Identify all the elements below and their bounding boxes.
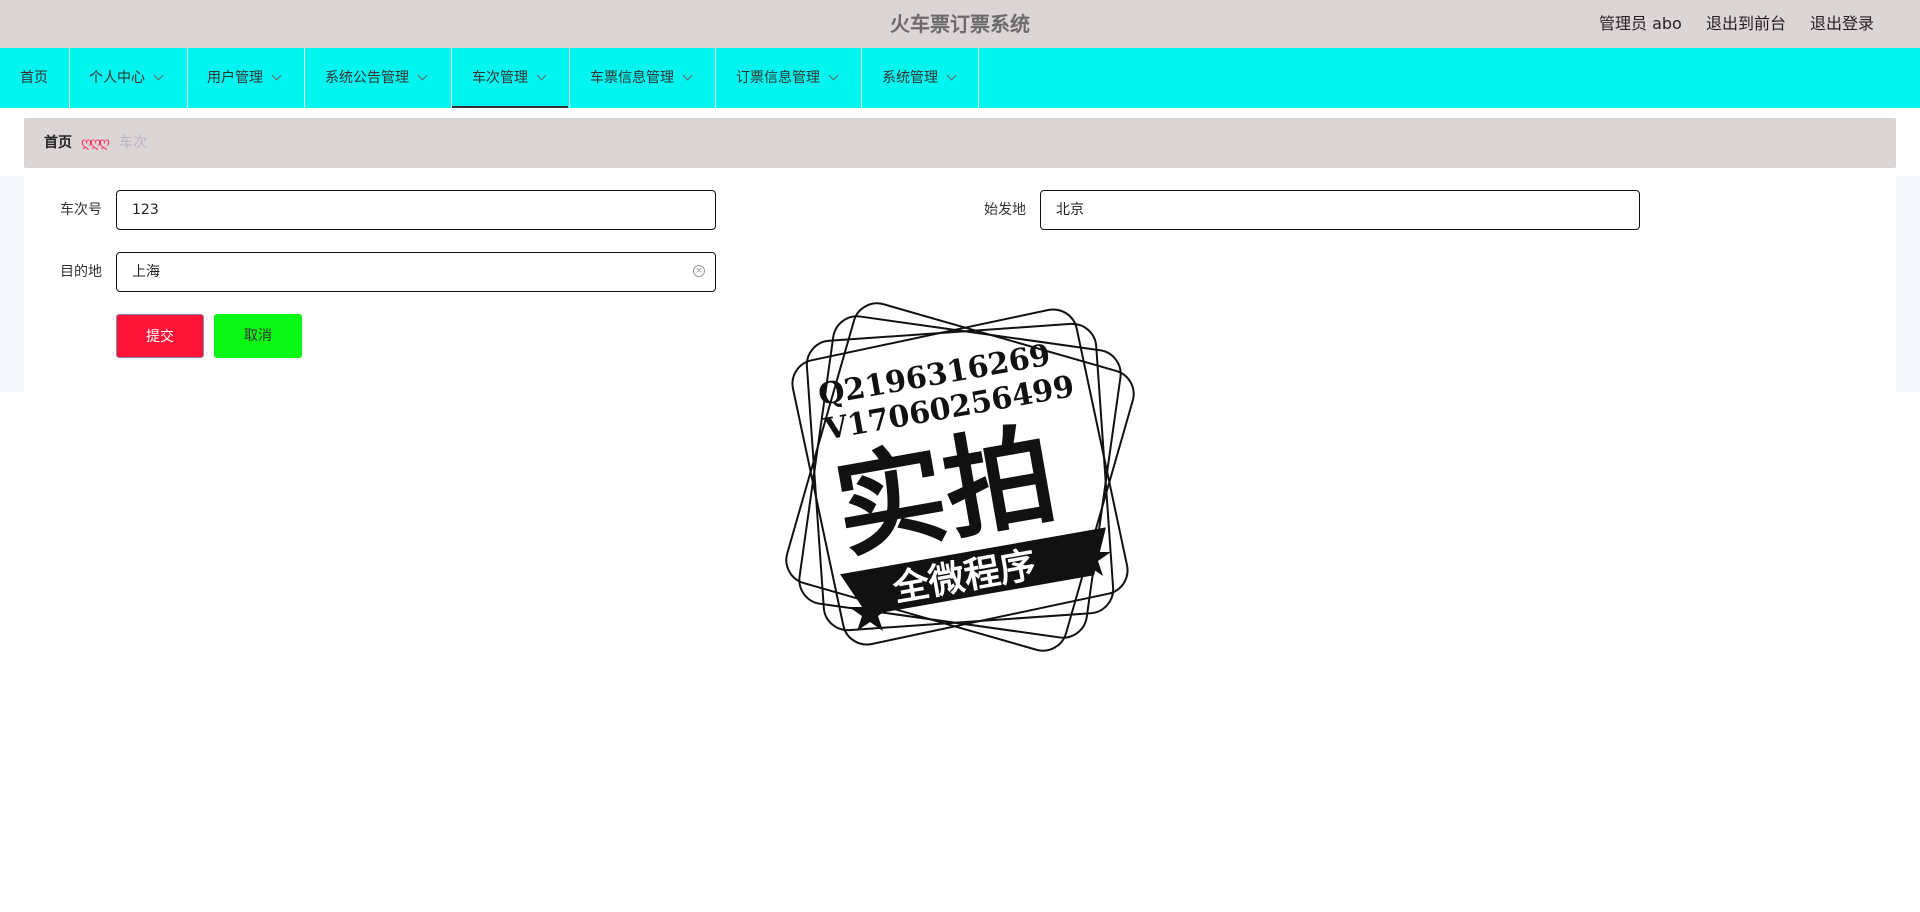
logout-link[interactable]: 退出登录 (1810, 0, 1874, 48)
nav-item-home[interactable]: 首页 (20, 48, 48, 108)
chevron-down-icon (153, 70, 164, 81)
nav-divider (861, 48, 862, 108)
nav-item-label: 车票信息管理 (590, 70, 674, 86)
train-no-input[interactable]: 123 (116, 190, 716, 230)
nav-item-personal-center[interactable]: 个人中心 (89, 48, 164, 108)
top-header: 火车票订票系统 管理员 abo 退出到前台 退出登录 (0, 0, 1920, 48)
clear-icon[interactable]: × (693, 265, 705, 277)
origin-label: 始发地 (984, 202, 1026, 218)
breadcrumb-current: 车次 (119, 135, 147, 151)
breadcrumb-separator: ღღღ (81, 135, 110, 151)
back-to-front-link[interactable]: 退出到前台 (1706, 0, 1786, 48)
nav-item-ticket-info-management[interactable]: 车票信息管理 (590, 48, 693, 108)
nav-item-system-management[interactable]: 系统管理 (882, 48, 957, 108)
destination-value: 上海 (132, 264, 160, 280)
destination-label: 目的地 (60, 264, 102, 280)
main-nav: 首页 个人中心 用户管理 系统公告管理 车次管理 车票信息管理 订票信息管理 系… (0, 48, 1920, 108)
nav-item-label: 车次管理 (472, 70, 528, 86)
nav-item-label: 用户管理 (207, 70, 263, 86)
nav-item-label: 首页 (20, 70, 48, 86)
nav-divider (187, 48, 188, 108)
chevron-down-icon (828, 70, 839, 81)
chevron-down-icon (682, 70, 693, 81)
submit-button[interactable]: 提交 (116, 314, 204, 358)
chevron-down-icon (271, 70, 282, 81)
nav-item-order-info-management[interactable]: 订票信息管理 (736, 48, 839, 108)
nav-item-label: 系统公告管理 (325, 70, 409, 86)
breadcrumb-home[interactable]: 首页 (44, 118, 72, 168)
nav-divider (715, 48, 716, 108)
nav-item-announcement-management[interactable]: 系统公告管理 (325, 48, 428, 108)
breadcrumb: 首页 ღღღ 车次 (24, 118, 1896, 168)
nav-item-label: 个人中心 (89, 70, 145, 86)
destination-input[interactable]: 上海 × (116, 252, 716, 292)
nav-item-label: 系统管理 (882, 70, 938, 86)
nav-item-label: 订票信息管理 (736, 70, 820, 86)
chevron-down-icon (536, 70, 547, 81)
nav-item-user-management[interactable]: 用户管理 (207, 48, 282, 108)
train-no-label: 车次号 (60, 202, 102, 218)
nav-divider (569, 48, 570, 108)
cancel-button[interactable]: 取消 (214, 314, 302, 358)
origin-input[interactable]: 北京 (1040, 190, 1640, 230)
nav-divider (69, 48, 70, 108)
nav-divider (978, 48, 979, 108)
nav-item-train-management[interactable]: 车次管理 (452, 48, 568, 108)
admin-user-label: 管理员 abo (1599, 14, 1682, 33)
chevron-down-icon (946, 70, 957, 81)
chevron-down-icon (417, 70, 428, 81)
watermark-stamp: Q2196316269 V17060256499 实拍 全微程序 (785, 302, 1135, 652)
nav-divider (304, 48, 305, 108)
